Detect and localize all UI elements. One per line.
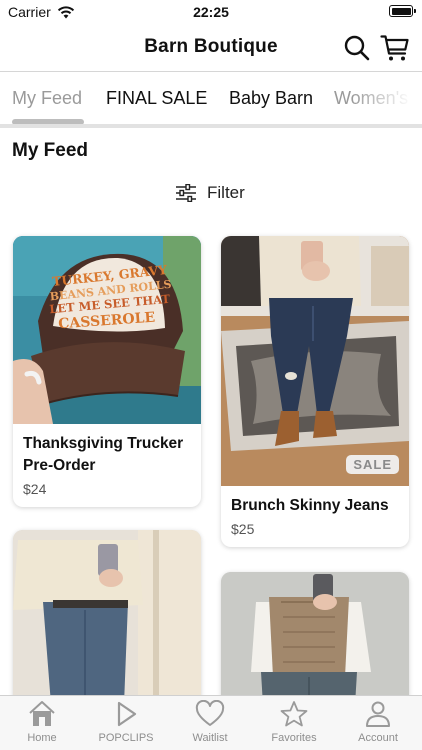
product-image xyxy=(13,530,201,696)
tab-my-feed[interactable]: My Feed xyxy=(12,88,82,109)
tab-account[interactable]: Account xyxy=(336,700,420,744)
sweater-jeans-photo xyxy=(13,530,201,696)
tab-waitlist-label: Waitlist xyxy=(192,732,228,744)
tabs-fade xyxy=(352,73,422,125)
product-image xyxy=(221,572,409,696)
filter-label: Filter xyxy=(207,183,245,202)
filter-button[interactable]: Filter xyxy=(175,180,245,206)
feed-heading: My Feed xyxy=(12,140,89,161)
cart-icon xyxy=(380,35,409,61)
tab-popclips-label: POPCLIPS xyxy=(98,732,154,744)
product-price: $25 xyxy=(231,521,255,537)
product-feed: TURKEY, GRAVY BEANS AND ROLLS LET ME SEE… xyxy=(0,224,422,696)
sweater-vest-photo xyxy=(221,572,409,696)
battery-icon xyxy=(389,5,416,17)
tab-favorites-label: Favorites xyxy=(271,732,317,744)
cart-button[interactable] xyxy=(380,34,409,62)
tab-favorites[interactable]: Favorites xyxy=(252,700,336,744)
bottom-tab-bar: Home POPCLIPS Waitlist Favorites Account xyxy=(0,695,422,750)
product-card[interactable]: TURKEY, GRAVY BEANS AND ROLLS LET ME SEE… xyxy=(13,236,201,507)
tab-home-label: Home xyxy=(27,732,57,744)
tab-waitlist[interactable]: Waitlist xyxy=(168,700,252,744)
product-info: Brunch Skinny Jeans $25 xyxy=(221,486,409,547)
filter-icon xyxy=(176,184,196,202)
tab-final-sale[interactable]: FINAL SALE xyxy=(106,88,207,109)
star-icon xyxy=(280,701,308,727)
tab-popclips[interactable]: POPCLIPS xyxy=(84,700,168,744)
sale-badge: SALE xyxy=(346,455,399,474)
product-image: SALE xyxy=(221,236,409,486)
home-icon xyxy=(29,701,55,726)
person-icon xyxy=(366,701,390,727)
product-card[interactable]: SALE Brunch Skinny Jeans $25 xyxy=(221,236,409,547)
status-time: 22:25 xyxy=(193,4,229,20)
nav-bar: Barn Boutique xyxy=(0,24,422,72)
product-title: Brunch Skinny Jeans xyxy=(231,497,389,514)
search-icon xyxy=(344,35,370,61)
heart-icon xyxy=(195,700,225,726)
product-price: $24 xyxy=(23,481,47,497)
product-card[interactable] xyxy=(221,572,409,696)
product-info: Thanksgiving Trucker Pre-Order $24 xyxy=(13,424,201,507)
status-bar: Carrier 22:25 xyxy=(0,0,422,24)
product-title: Thanksgiving Trucker Pre-Order xyxy=(23,435,184,474)
jeans-photo xyxy=(221,236,409,486)
category-tabs: My Feed FINAL SALE Baby Barn Women's xyxy=(0,73,422,125)
tabs-divider xyxy=(0,124,422,128)
product-image: TURKEY, GRAVY BEANS AND ROLLS LET ME SEE… xyxy=(13,236,201,424)
trucker-hat-photo: TURKEY, GRAVY BEANS AND ROLLS LET ME SEE… xyxy=(13,236,201,424)
search-button[interactable] xyxy=(343,34,371,62)
tab-home[interactable]: Home xyxy=(0,700,84,744)
tab-baby-barn[interactable]: Baby Barn xyxy=(229,88,313,109)
product-card[interactable] xyxy=(13,530,201,696)
play-icon xyxy=(117,701,137,727)
tab-account-label: Account xyxy=(358,732,398,744)
